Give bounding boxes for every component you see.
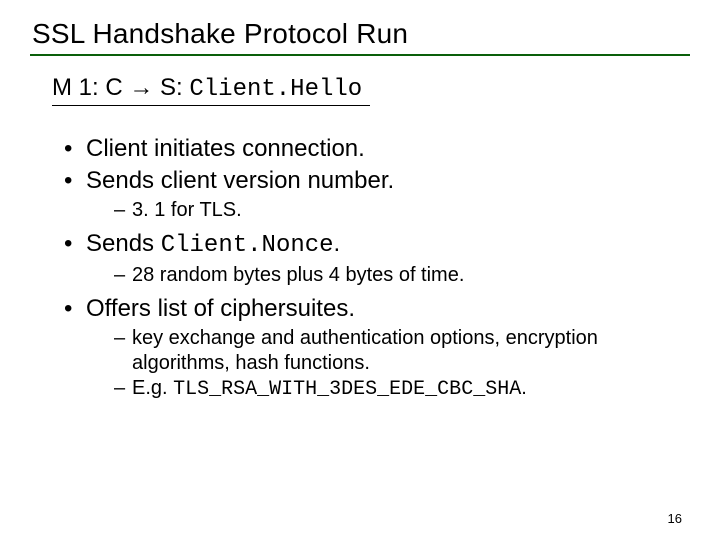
list-item: E.g. TLS_RSA_WITH_3DES_EDE_CBC_SHA. <box>114 376 690 402</box>
list-item: 28 random bytes plus 4 bytes of time. <box>114 263 690 288</box>
list-item: 3. 1 for TLS. <box>114 198 690 223</box>
bullet-text-b: . <box>334 230 341 257</box>
sub-bullet-text: 3. 1 for TLS. <box>132 199 242 221</box>
list-item: Sends client version number. 3. 1 for TL… <box>64 166 690 227</box>
message-line: M 1: C → S: Client.Hello <box>52 74 370 106</box>
bullet-text: Sends client version number. <box>86 167 394 194</box>
sub-list: 28 random bytes plus 4 bytes of time. <box>86 261 690 292</box>
bullet-text: Client initiates connection. <box>86 135 365 162</box>
m1-prefix: M 1: C <box>52 74 129 101</box>
sub-bullet-mono: TLS_RSA_WITH_3DES_EDE_CBC_SHA <box>173 378 521 401</box>
list-item: key exchange and authentication options,… <box>114 326 690 376</box>
slide-title: SSL Handshake Protocol Run <box>32 18 690 50</box>
title-rule <box>30 54 690 56</box>
sub-bullet-text-b: . <box>521 377 527 399</box>
m1-mono: Client.Hello <box>189 76 362 103</box>
page-number: 16 <box>668 511 682 526</box>
bullet-text-a: Sends <box>86 230 161 257</box>
sub-bullet-text-a: E.g. <box>132 377 173 399</box>
bullet-mono: Client.Nonce <box>161 232 334 259</box>
sub-bullet-text: key exchange and authentication options,… <box>132 327 598 374</box>
list-item: Sends Client.Nonce. 28 random bytes plus… <box>64 229 690 292</box>
m1-mid: S: <box>153 74 189 101</box>
list-item: Offers list of ciphersuites. key exchang… <box>64 294 690 406</box>
arrow-right-icon: → <box>129 74 153 101</box>
bullet-list: Client initiates connection. Sends clien… <box>30 134 690 406</box>
sub-bullet-text: 28 random bytes plus 4 bytes of time. <box>132 264 464 286</box>
list-item: Client initiates connection. <box>64 134 690 164</box>
sub-list: 3. 1 for TLS. <box>86 196 690 227</box>
bullet-text: Offers list of ciphersuites. <box>86 295 355 322</box>
slide: SSL Handshake Protocol Run M 1: C → S: C… <box>0 0 720 540</box>
sub-list: key exchange and authentication options,… <box>86 324 690 406</box>
